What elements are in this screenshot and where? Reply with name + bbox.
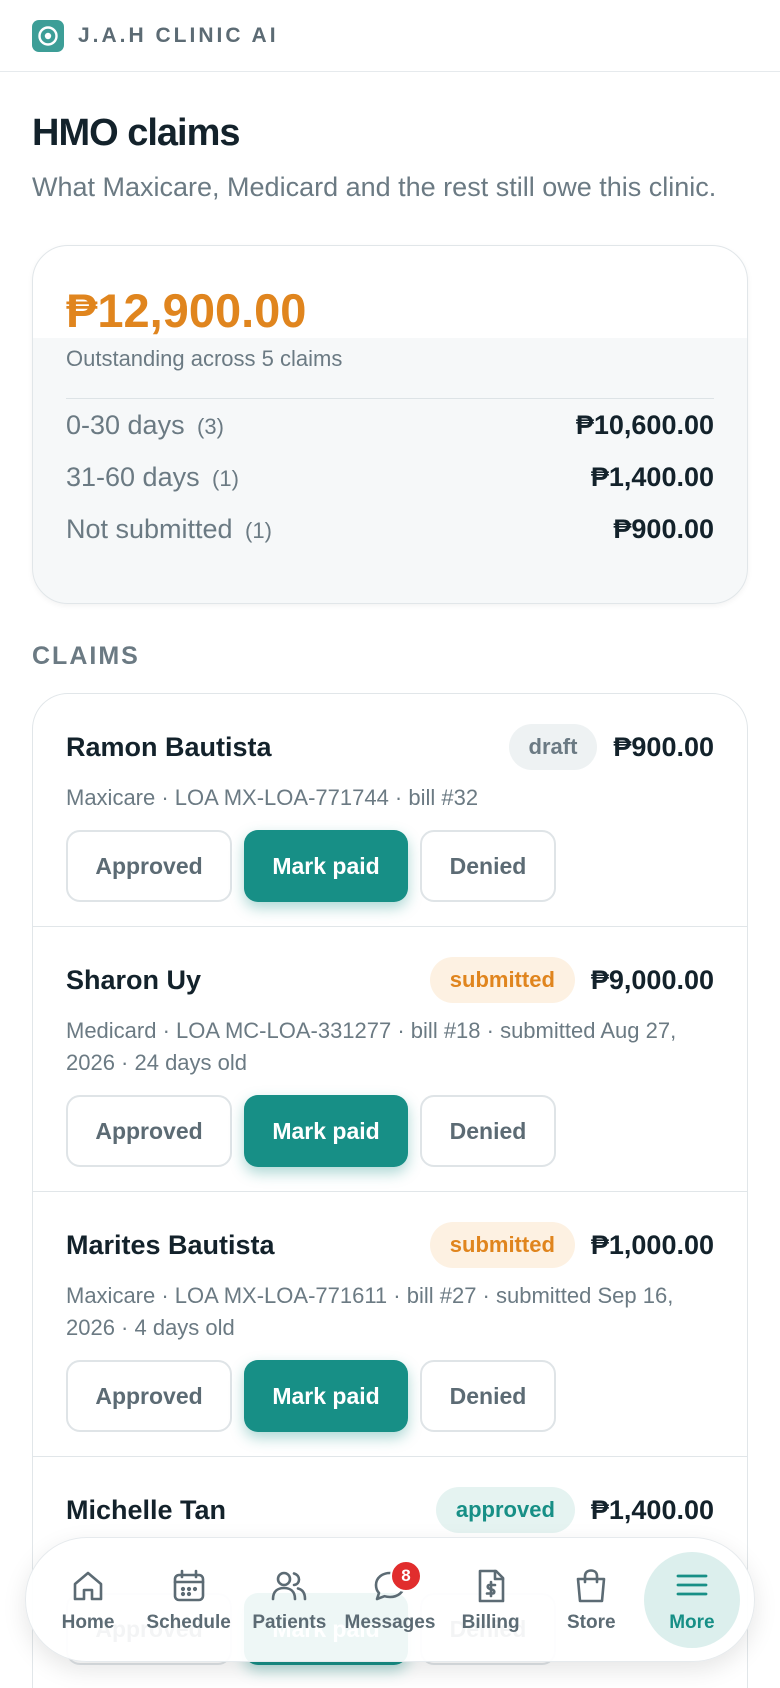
nav-item-messages[interactable]: 8 Messages <box>342 1552 438 1648</box>
claim-amount: ₱900.00 <box>613 731 714 762</box>
denied-button[interactable]: Denied <box>420 830 556 902</box>
aging-row-31-60: 31-60 days (1) ₱1,400.00 <box>66 451 714 503</box>
aging-count: (1) <box>212 465 239 491</box>
claim-card: Sharon Uy submitted ₱9,000.00 Medicard ·… <box>33 927 747 1192</box>
claim-amount: ₱9,000.00 <box>590 964 714 995</box>
aging-row-not-submitted: Not submitted (1) ₱900.00 <box>66 503 714 555</box>
aging-label: Not submitted <box>66 513 233 544</box>
nav-item-store[interactable]: Store <box>543 1552 639 1648</box>
status-badge: draft <box>508 724 598 770</box>
aging-label: 31-60 days <box>66 461 200 492</box>
menu-icon <box>676 1574 708 1595</box>
nav-item-home[interactable]: Home <box>40 1552 136 1648</box>
outstanding-summary-card: ₱12,900.00 Outstanding across 5 claims 0… <box>32 245 748 604</box>
mark-paid-button[interactable]: Mark paid <box>244 1360 408 1432</box>
messages-unread-badge: 8 <box>389 1559 422 1592</box>
shopping-bag-icon <box>576 1568 606 1602</box>
approved-button[interactable]: Approved <box>66 1360 232 1432</box>
page-subtitle: What Maxicare, Medicard and the rest sti… <box>32 172 717 202</box>
total-outstanding-caption: Outstanding across 5 claims <box>66 346 343 371</box>
aging-count: (1) <box>245 517 272 543</box>
home-icon <box>73 1571 103 1600</box>
claims-section-label: CLAIMS <box>32 642 140 670</box>
clinic-logo-icon <box>32 19 64 52</box>
nav-label: Patients <box>252 1611 327 1633</box>
users-icon <box>272 1571 307 1600</box>
calendar-icon <box>173 1569 204 1601</box>
claim-card: Marites Bautista submitted ₱1,000.00 Max… <box>33 1192 747 1457</box>
aging-row-0-30: 0-30 days (3) ₱10,600.00 <box>66 399 714 451</box>
claim-amount: ₱1,000.00 <box>590 1229 714 1260</box>
nav-item-billing[interactable]: Billing <box>443 1552 539 1648</box>
status-badge: submitted <box>429 1222 575 1268</box>
claim-actions: Approved Mark paid Denied <box>66 830 714 902</box>
claim-meta: Maxicare · LOA MX-LOA-771611 · bill #27 … <box>66 1283 674 1340</box>
aging-label: 0-30 days <box>66 409 185 440</box>
nav-label: Home <box>61 1611 115 1633</box>
denied-button[interactable]: Denied <box>420 1360 556 1432</box>
nav-label: Billing <box>461 1611 520 1633</box>
claim-actions: Approved Mark paid Denied <box>66 1360 714 1432</box>
total-outstanding-amount: ₱12,900.00 <box>66 284 307 337</box>
approved-button[interactable]: Approved <box>66 830 232 902</box>
app-header: J.A.H CLINIC AI <box>0 0 780 72</box>
claim-amount: ₱1,400.00 <box>590 1494 714 1525</box>
claim-card: Ramon Bautista draft ₱900.00 Maxicare · … <box>33 694 747 927</box>
invoice-icon <box>478 1569 504 1602</box>
claim-patient-name: Marites Bautista <box>66 1229 275 1260</box>
claim-actions: Approved Mark paid Denied <box>66 1095 714 1167</box>
claim-patient-name: Sharon Uy <box>66 964 202 995</box>
claim-meta: Medicard · LOA MC-LOA-331277 · bill #18 … <box>66 1018 677 1075</box>
nav-item-patients[interactable]: Patients <box>241 1552 337 1648</box>
nav-item-schedule[interactable]: Schedule <box>141 1552 237 1648</box>
nav-label: Store <box>566 1611 616 1633</box>
mark-paid-button[interactable]: Mark paid <box>244 830 408 902</box>
claim-patient-name: Michelle Tan <box>66 1494 227 1525</box>
nav-label: Messages <box>344 1611 436 1633</box>
page-title: HMO claims <box>32 112 241 154</box>
aging-amount: ₱900.00 <box>613 513 714 544</box>
nav-item-more[interactable]: More <box>643 1551 740 1648</box>
approved-button[interactable]: Approved <box>66 1095 232 1167</box>
nav-label: More <box>669 1611 715 1633</box>
denied-button[interactable]: Denied <box>420 1095 556 1167</box>
claim-patient-name: Ramon Bautista <box>66 731 272 762</box>
claim-meta: Maxicare · LOA MX-LOA-771744 · bill #32 <box>66 785 479 810</box>
bottom-nav: Home Schedule Patients 8 Messages Billin… <box>25 1537 755 1662</box>
nav-label: Schedule <box>146 1611 231 1633</box>
aging-amount: ₱10,600.00 <box>575 409 714 440</box>
status-badge: submitted <box>429 957 575 1003</box>
main-content: HMO claims What Maxicare, Medicard and t… <box>0 112 780 1688</box>
status-badge: approved <box>435 1487 575 1533</box>
aging-count: (3) <box>197 413 224 439</box>
aging-amount: ₱1,400.00 <box>590 461 714 492</box>
mark-paid-button[interactable]: Mark paid <box>244 1095 408 1167</box>
app-brand: J.A.H CLINIC AI <box>78 23 279 47</box>
